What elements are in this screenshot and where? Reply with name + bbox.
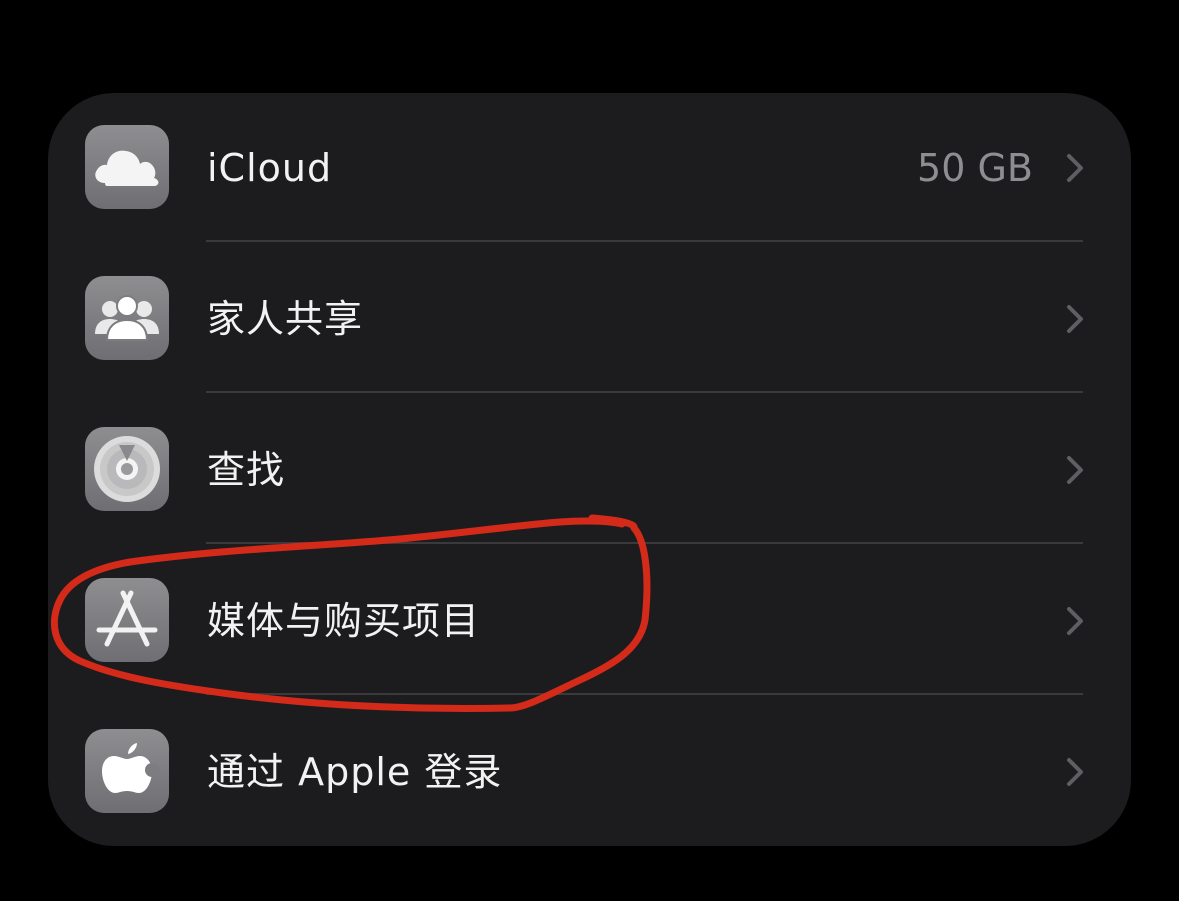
settings-row-icloud[interactable]: iCloud 50 GB	[48, 93, 1131, 244]
chevron-right-icon	[1067, 456, 1083, 484]
chevron-right-icon	[1067, 607, 1083, 635]
row-separator	[206, 391, 1083, 393]
settings-row-family-sharing[interactable]: 家人共享	[48, 244, 1131, 395]
screen: iCloud 50 GB 家人共享 查找 媒体与购买项目 通过 Apple 登录	[0, 0, 1179, 901]
settings-row-label: 媒体与购买项目	[207, 599, 481, 643]
family-sharing-icon	[85, 276, 169, 360]
apple-logo-icon	[85, 729, 169, 813]
settings-row-sign-in-with-apple[interactable]: 通过 Apple 登录	[48, 697, 1131, 846]
settings-row-label: iCloud	[207, 146, 333, 190]
app-store-icon	[85, 578, 169, 662]
apple-account-settings-group: iCloud 50 GB 家人共享 查找 媒体与购买项目 通过 Apple 登录	[48, 93, 1131, 846]
settings-row-find-my[interactable]: 查找	[48, 395, 1131, 546]
row-separator	[206, 240, 1083, 242]
settings-row-label: 查找	[207, 448, 286, 492]
settings-row-label: 家人共享	[207, 297, 364, 341]
settings-row-label: 通过 Apple 登录	[207, 750, 503, 794]
row-separator	[206, 693, 1083, 695]
chevron-right-icon	[1067, 154, 1083, 182]
find-my-icon	[85, 427, 169, 511]
chevron-right-icon	[1067, 305, 1083, 333]
row-separator	[206, 542, 1083, 544]
chevron-right-icon	[1067, 758, 1083, 786]
icloud-icon	[85, 125, 169, 209]
storage-detail-value: 50 GB	[917, 146, 1033, 190]
settings-row-media-purchases[interactable]: 媒体与购买项目	[48, 546, 1131, 697]
